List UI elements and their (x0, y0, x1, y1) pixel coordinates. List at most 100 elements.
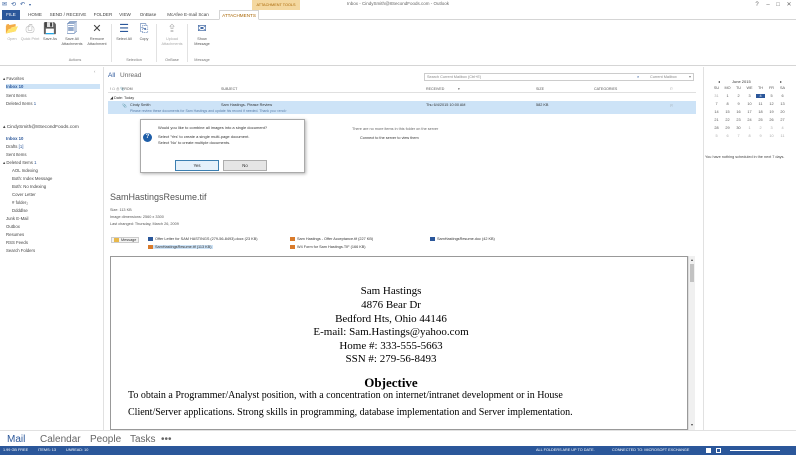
tab-file[interactable]: FILE (2, 10, 20, 20)
cal-day[interactable]: 17 (745, 110, 754, 114)
open-button[interactable]: 📂 Open (2, 23, 22, 42)
tab-attachments[interactable]: ATTACHMENTS (219, 10, 259, 20)
remove-attachment-button[interactable]: ✕ Remove Attachment (85, 23, 109, 46)
save-as-button[interactable]: 💾 Save As (40, 23, 60, 42)
folder-outbox[interactable]: Outbox (6, 224, 20, 229)
tab-onbase[interactable]: OnBase (136, 10, 160, 20)
maximize-icon[interactable]: □ (773, 1, 783, 9)
minimize-icon[interactable]: – (763, 1, 773, 9)
reading-view-icon[interactable] (716, 448, 721, 453)
cal-day[interactable]: 10 (745, 102, 754, 106)
message-tab[interactable]: Message (111, 237, 140, 243)
cal-day[interactable]: 6 (778, 94, 787, 98)
cal-day[interactable]: 18 (756, 110, 765, 114)
favorite-inbox[interactable]: Inbox 10 (6, 84, 100, 89)
nav-more-icon[interactable]: ••• (161, 434, 172, 445)
zoom-slider[interactable] (730, 450, 780, 451)
yes-button[interactable]: Yes (175, 160, 219, 171)
favorite-deleted-items[interactable]: Deleted Items 1 (6, 101, 36, 106)
cal-day[interactable]: 6 (723, 134, 732, 138)
copy-button[interactable]: ⎘ Copy (134, 23, 154, 42)
search-input[interactable]: Search Current Mailbox (Ctrl+E) ⌕ Curren… (424, 73, 694, 81)
column-received[interactable]: RECEIVED (426, 87, 444, 91)
close-icon[interactable]: ✕ (784, 1, 794, 9)
filter-all[interactable]: All (108, 72, 115, 79)
cal-day[interactable]: 9 (756, 134, 765, 138)
folder-deleted-items[interactable]: ▴ Deleted Items 1 (3, 160, 36, 166)
search-icon[interactable]: ⌕ (637, 74, 639, 81)
cal-day[interactable]: 8 (723, 102, 732, 106)
folder-both-no-indexing[interactable]: Both: No Indexing (12, 184, 46, 189)
chevron-down-icon[interactable]: ▾ (689, 74, 691, 81)
quick-print-button[interactable]: ⎙ Quick Print (20, 23, 40, 42)
cal-day[interactable]: 30 (734, 126, 743, 130)
cal-day[interactable]: 14 (712, 110, 721, 114)
cal-day[interactable]: 19 (767, 110, 776, 114)
attachment-item[interactable]: Sam Hastings - Offer Acceptance.tif (227… (290, 237, 373, 241)
cal-day[interactable]: 31 (712, 94, 721, 98)
cal-day[interactable]: 1 (745, 126, 754, 130)
favorite-sent-items[interactable]: Sent Items (6, 93, 27, 98)
nav-tasks[interactable]: Tasks (130, 434, 156, 445)
cal-day[interactable]: 7 (734, 134, 743, 138)
scroll-thumb[interactable] (690, 264, 694, 282)
cal-day[interactable]: 22 (723, 118, 732, 122)
folder-both-index[interactable]: Both: Index Message (12, 176, 52, 181)
cal-day[interactable]: 29 (723, 126, 732, 130)
cal-day[interactable]: 3 (767, 126, 776, 130)
cal-day[interactable]: 9 (734, 102, 743, 106)
collapse-pane-icon[interactable]: ‹ (94, 69, 95, 74)
nav-calendar[interactable]: Calendar (40, 434, 81, 445)
cal-day[interactable]: 3 (745, 94, 754, 98)
cal-day[interactable]: 28 (712, 126, 721, 130)
nav-mail[interactable]: Mail (7, 434, 25, 445)
tab-view[interactable]: VIEW (116, 10, 134, 20)
cal-day[interactable]: 2 (734, 94, 743, 98)
cal-day[interactable]: 24 (745, 118, 754, 122)
save-all-attachments-button[interactable]: 🗐 Save All Attachments (59, 23, 85, 46)
cal-day[interactable]: 1 (723, 94, 732, 98)
filter-unread[interactable]: Unread (120, 72, 141, 79)
cal-day[interactable]: 5 (767, 94, 776, 98)
cal-day[interactable]: 8 (745, 134, 754, 138)
folder-inbox[interactable]: Inbox 10 (6, 136, 23, 141)
attachment-item[interactable]: W4 Form for Sam Hastings.TIF (166 KB) (290, 245, 366, 249)
cal-day[interactable]: 23 (734, 118, 743, 122)
cal-day[interactable]: 2 (756, 126, 765, 130)
cal-day[interactable]: 4 (778, 126, 787, 130)
favorites-header[interactable]: ▴ Favorites (3, 76, 24, 82)
tab-folder[interactable]: FOLDER (92, 10, 114, 20)
folder-aol-indexing[interactable]: AOL Indexing (12, 168, 38, 173)
select-all-button[interactable]: ☰ Select All (114, 23, 134, 42)
folder-custom[interactable]: # folder₂ (12, 200, 28, 205)
normal-view-icon[interactable] (706, 448, 711, 453)
no-button[interactable]: No (223, 160, 267, 171)
folder-cover-letter[interactable]: Cover Letter (12, 192, 36, 197)
group-header[interactable]: ◢ Date: Today (110, 95, 134, 100)
scroll-up-icon[interactable]: ▴ (689, 257, 695, 262)
cal-day[interactable]: 10 (767, 134, 776, 138)
cal-day[interactable]: 13 (778, 102, 787, 106)
folder-ddddlse[interactable]: Ddddlse (12, 208, 28, 213)
folder-junk[interactable]: Junk E-Mail (6, 216, 28, 221)
connect-server-link[interactable]: Connect to the server to view them (360, 136, 419, 140)
attachment-item[interactable]: Offer Letter for SAM HASTINGS (279-56-84… (148, 237, 258, 241)
help-icon[interactable]: ? (752, 1, 762, 9)
cal-day[interactable]: 7 (712, 102, 721, 106)
cal-day[interactable]: 11 (778, 134, 787, 138)
upload-attachments-button[interactable]: ⇪ Upload Attachments (160, 23, 184, 46)
column-size[interactable]: SIZE (536, 87, 544, 91)
cal-day[interactable]: 27 (778, 118, 787, 122)
folder-resumes[interactable]: Resumes (6, 232, 24, 237)
column-subject[interactable]: SUBJECT (221, 87, 237, 91)
tab-mcafee[interactable]: McAfee E-mail Scan (163, 10, 213, 20)
cal-day[interactable]: 12 (767, 102, 776, 106)
cal-day[interactable]: 11 (756, 102, 765, 106)
preview-scrollbar[interactable]: ▴ ▾ (688, 256, 695, 430)
column-categories[interactable]: CATEGORIES (594, 87, 617, 91)
tab-send-receive[interactable]: SEND / RECEIVE (48, 10, 88, 20)
list-item[interactable]: 📎 Cindy Smith Sam Hastings- Please Revie… (108, 101, 696, 114)
cal-day[interactable]: 20 (778, 110, 787, 114)
flag-column-icon[interactable]: ⚐ (670, 87, 673, 91)
cal-day[interactable]: 26 (767, 118, 776, 122)
